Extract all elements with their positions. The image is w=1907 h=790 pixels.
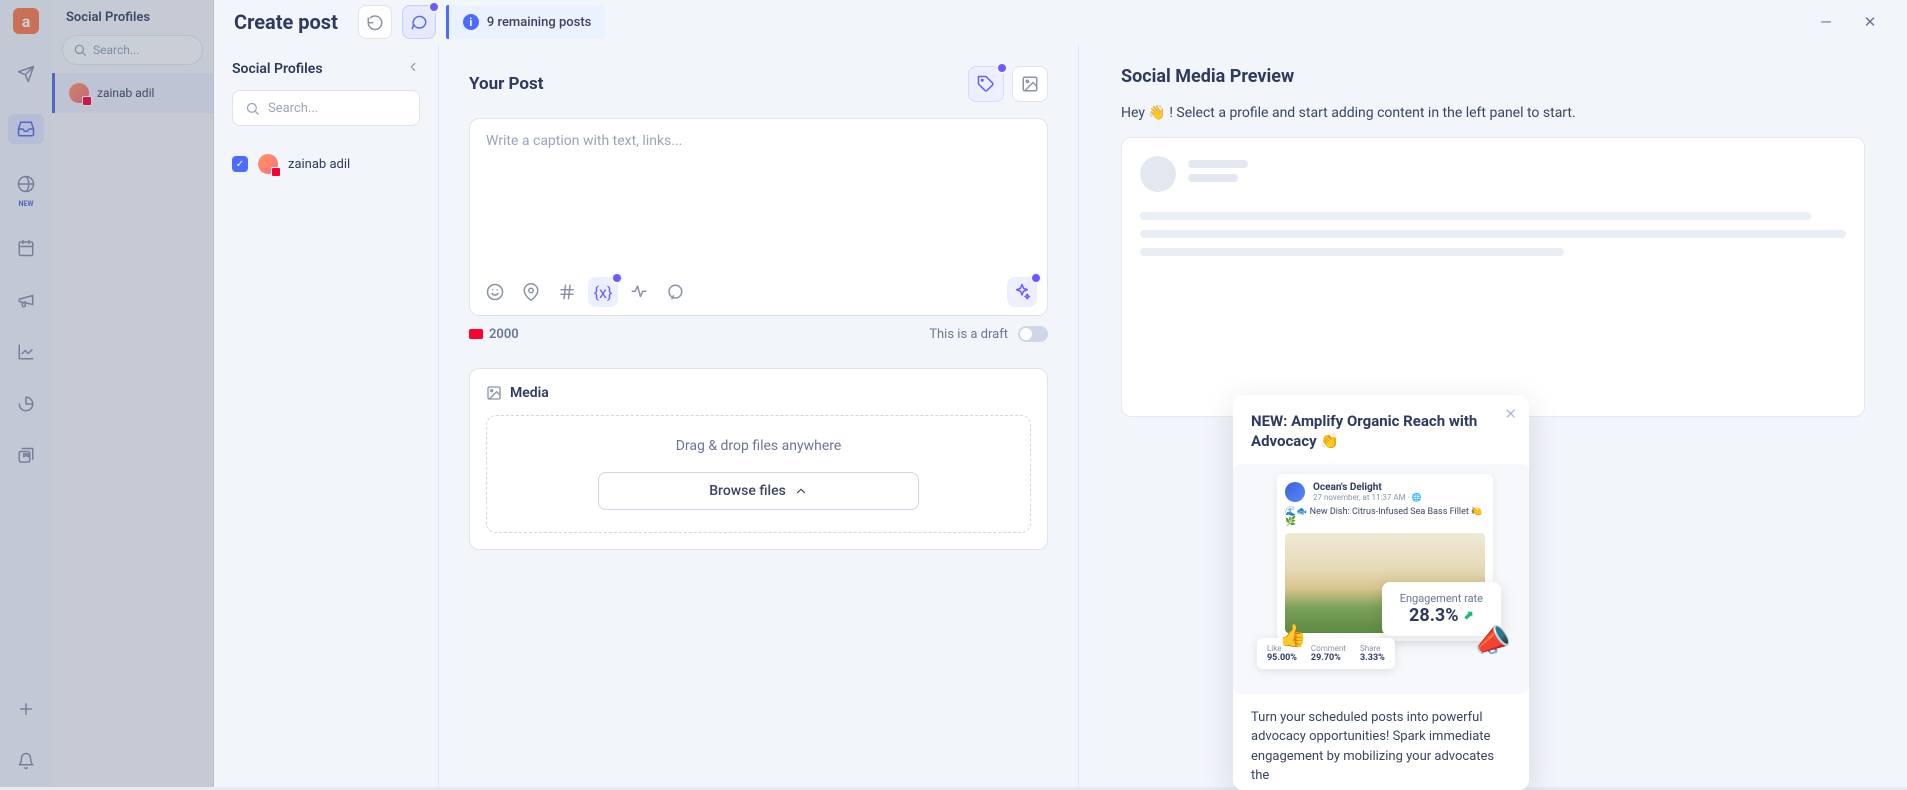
modal-header: Create post i 9 remaining posts — ✕ [214, 0, 1907, 44]
ai-assist-button[interactable] [402, 5, 436, 39]
remaining-posts-chip[interactable]: i 9 remaining posts [446, 5, 605, 39]
media-section: Media Drag & drop files anywhere Browse … [469, 368, 1048, 550]
promo-avatar [1285, 482, 1305, 502]
promo-name: Ocean's Delight [1313, 482, 1422, 493]
char-limit: 2000 [489, 327, 519, 342]
ai-generate-button[interactable] [1007, 277, 1037, 307]
remaining-posts-text: 9 remaining posts [487, 15, 591, 30]
image-button[interactable] [1012, 66, 1048, 102]
stat-like-value: 95.00% [1267, 653, 1297, 663]
modal-title: Create post [234, 10, 338, 34]
drop-text: Drag & drop files anywhere [501, 438, 1016, 454]
popup-desc: Turn your scheduled posts into powerful … [1251, 708, 1511, 790]
profiles-search-input[interactable]: Search... [232, 90, 420, 126]
avatar [258, 154, 278, 174]
spark-badge-icon [1030, 272, 1042, 284]
media-dropzone[interactable]: Drag & drop files anywhere Browse files [486, 415, 1031, 533]
char-counter: 2000 [469, 327, 519, 342]
stats-card: Like95.00% Comment29.70% Share3.33% [1257, 638, 1395, 669]
spark-badge-icon [611, 272, 623, 284]
profiles-title: Social Profiles [232, 61, 323, 77]
caption-input[interactable]: Write a caption with text, links... [470, 119, 1047, 269]
media-title: Media [510, 385, 549, 401]
draft-label: This is a draft [929, 327, 1008, 342]
stat-share-label: Share [1360, 644, 1385, 653]
popup-title: NEW: Amplify Organic Reach with Advocacy… [1251, 411, 1511, 452]
wave-button[interactable] [624, 277, 654, 307]
promo-caption: 🌊🐟 New Dish: Citrus-Infused Sea Bass Fil… [1285, 507, 1485, 527]
popup-close-button[interactable]: ✕ [1504, 405, 1517, 423]
create-post-modal: Create post i 9 remaining posts — ✕ Soci… [214, 0, 1907, 787]
trend-up-icon: ⬈ [1464, 608, 1474, 622]
profile-item[interactable]: ✓ zainab adil [232, 154, 420, 174]
caption-editor: Write a caption with text, links... {x} [469, 118, 1048, 316]
stat-share-value: 3.33% [1360, 653, 1385, 663]
spark-badge-icon [996, 62, 1008, 74]
minimize-button[interactable]: — [1809, 5, 1843, 39]
preview-hint: Hey 👋 ! Select a profile and start addin… [1121, 105, 1865, 121]
megaphone-emoji-icon: 📣 [1470, 620, 1514, 662]
preview-title: Social Media Preview [1121, 66, 1865, 87]
close-button[interactable]: ✕ [1853, 5, 1887, 39]
location-button[interactable] [516, 277, 546, 307]
draft-toggle[interactable] [1018, 326, 1048, 342]
tag-button[interactable] [968, 66, 1004, 102]
youtube-icon [469, 329, 483, 339]
browse-label: Browse files [709, 483, 786, 499]
popup-illustration: Ocean's Delight 27 november, at 11:37 AM… [1233, 464, 1529, 694]
variables-button[interactable]: {x} [588, 277, 618, 307]
engagement-value: 28.3% [1409, 605, 1459, 626]
spark-badge-icon [428, 1, 440, 13]
network-badge-icon [271, 167, 281, 177]
promo-sub: 27 november, at 11:37 AM · 🌐 [1313, 493, 1422, 502]
compose-title: Your Post [469, 74, 543, 94]
undo-button[interactable] [358, 5, 392, 39]
editor-toolbar: {x} [470, 269, 1047, 315]
advocacy-popup: ✕ NEW: Amplify Organic Reach with Advoca… [1233, 395, 1529, 790]
stat-comment-label: Comment [1311, 644, 1346, 653]
profiles-column: Social Profiles Search... ✓ zainab adil [214, 44, 439, 787]
thumb-icon: 👍 [1279, 624, 1306, 649]
emoji-button[interactable] [480, 277, 510, 307]
hashtag-button[interactable] [552, 277, 582, 307]
profile-item-name: zainab adil [288, 157, 350, 172]
profiles-search-placeholder: Search... [268, 101, 318, 116]
stat-comment-value: 29.70% [1311, 653, 1346, 663]
chat-button[interactable] [660, 277, 690, 307]
preview-skeleton [1121, 137, 1865, 417]
browse-files-button[interactable]: Browse files [598, 472, 919, 510]
collapse-profiles-button[interactable] [406, 60, 420, 78]
engagement-label: Engagement rate [1400, 592, 1483, 605]
info-icon: i [463, 14, 479, 30]
compose-column: Your Post Write a caption with text, lin… [439, 44, 1079, 787]
checkbox-checked-icon[interactable]: ✓ [232, 156, 248, 172]
